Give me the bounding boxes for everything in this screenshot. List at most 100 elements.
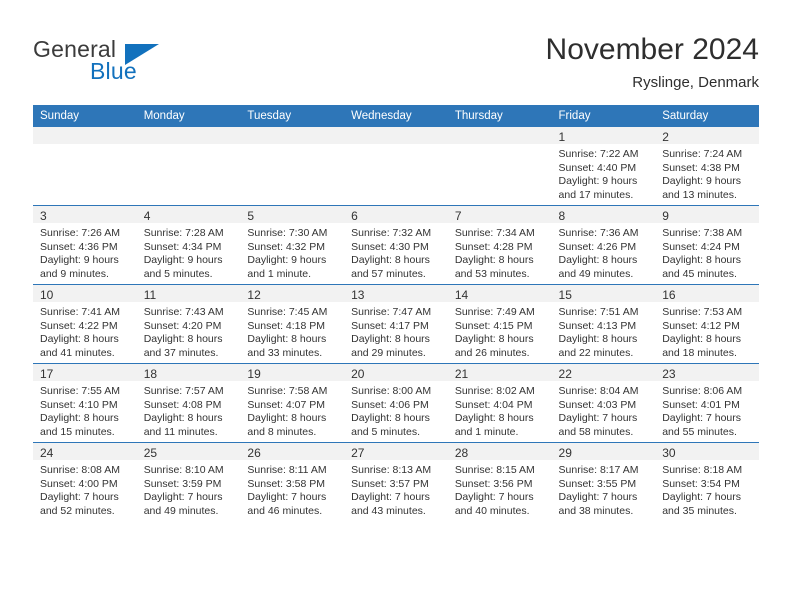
calendar-day-cell[interactable]: 16 Sunrise: 7:53 AM Sunset: 4:12 PM Dayligh… <box>655 284 759 364</box>
daylight-text-line-2: and 9 minutes. <box>40 267 109 280</box>
weekday-header-sunday: Sunday <box>33 105 137 127</box>
general-blue-logo[interactable]: General Blue <box>33 36 233 88</box>
day-number: 17 <box>40 367 54 381</box>
sunrise-text: Sunrise: 7:57 AM <box>143 385 224 397</box>
sunset-text: Sunset: 4:15 PM <box>454 319 533 332</box>
calendar-day-cell[interactable]: 28 Sunrise: 8:15 AM Sunset: 3:56 PM Dayligh… <box>447 442 552 521</box>
calendar-day-cell[interactable]: 8 Sunrise: 7:36 AM Sunset: 4:26 PM Daylight… <box>551 205 656 285</box>
calendar-day-cell[interactable]: 20 Sunrise: 8:00 AM Sunset: 4:06 PM Dayligh… <box>344 363 448 443</box>
daylight-text-line-1: Daylight: 8 hours <box>247 333 327 346</box>
calendar-week-row: 1 Sunrise: 7:22 AM Sunset: 4:40 PM Daylight… <box>33 127 759 206</box>
calendar-day-cell[interactable]: 30 Sunrise: 8:18 AM Sunset: 3:54 PM Dayligh… <box>655 442 759 521</box>
day-number: 26 <box>247 446 261 460</box>
day-number-bar: 1 <box>551 127 656 144</box>
weekday-header-row: Sunday Monday Tuesday Wednesday Thursday… <box>33 105 759 127</box>
calendar-day-cell[interactable]: 21 Sunrise: 8:02 AM Sunset: 4:04 PM Dayligh… <box>447 363 552 443</box>
sunrise-text: Sunrise: 8:11 AM <box>247 464 327 476</box>
day-cell-details: Sunrise: 7:45 AM Sunset: 4:18 PM Daylight:… <box>240 302 344 360</box>
day-number: 3 <box>40 209 47 223</box>
daylight-text-line-2: and 1 minute. <box>247 267 312 280</box>
day-cell-details: Sunrise: 7:26 AM Sunset: 4:36 PM Daylight:… <box>33 223 137 281</box>
sunset-text: Sunset: 3:57 PM <box>351 477 429 490</box>
daylight-text-line-2: and 38 minutes. <box>558 504 634 517</box>
calendar-day-cell[interactable]: 2 Sunrise: 7:24 AM Sunset: 4:38 PM Daylight… <box>655 127 759 206</box>
day-number-bar: 30 <box>655 443 759 460</box>
day-number: 19 <box>247 367 261 381</box>
day-cell-details: Sunrise: 8:00 AM Sunset: 4:06 PM Daylight:… <box>344 381 448 439</box>
day-cell-details: Sunrise: 7:51 AM Sunset: 4:13 PM Daylight:… <box>552 302 656 360</box>
sunrise-text: Sunrise: 7:26 AM <box>40 227 120 239</box>
calendar-day-cell[interactable]: 26 Sunrise: 8:11 AM Sunset: 3:58 PM Dayligh… <box>240 442 345 521</box>
sunrise-text: Sunrise: 7:34 AM <box>454 227 535 239</box>
daylight-text-line-1: Daylight: 8 hours <box>454 333 534 346</box>
calendar-day-cell[interactable]: 24 Sunrise: 8:08 AM Sunset: 4:00 PM Dayligh… <box>33 442 137 521</box>
calendar-day-cell[interactable]: 23 Sunrise: 8:06 AM Sunset: 4:01 PM Dayligh… <box>655 363 759 443</box>
calendar-week-row: 3 Sunrise: 7:26 AM Sunset: 4:36 PM Daylight… <box>33 205 759 285</box>
sunset-text: Sunset: 4:07 PM <box>247 398 326 411</box>
sunset-text: Sunset: 4:17 PM <box>351 319 429 332</box>
calendar-day-cell[interactable]: 7 Sunrise: 7:34 AM Sunset: 4:28 PM Daylight… <box>447 205 552 285</box>
daylight-text-line-1: Daylight: 8 hours <box>662 254 742 267</box>
sunrise-text: Sunrise: 7:22 AM <box>558 148 639 160</box>
day-cell-details: Sunrise: 8:02 AM Sunset: 4:04 PM Daylight:… <box>448 381 552 439</box>
sunrise-text: Sunrise: 7:38 AM <box>662 227 743 239</box>
daylight-text-line-1: Daylight: 7 hours <box>558 491 638 504</box>
calendar-day-cell[interactable]: 1 Sunrise: 7:22 AM Sunset: 4:40 PM Daylight… <box>551 127 656 206</box>
calendar-day-cell[interactable]: 12 Sunrise: 7:45 AM Sunset: 4:18 PM Dayligh… <box>240 284 345 364</box>
day-number-bar: 4 <box>136 206 241 223</box>
day-cell-details: Sunrise: 7:49 AM Sunset: 4:15 PM Daylight:… <box>448 302 552 360</box>
calendar-day-cell[interactable]: 15 Sunrise: 7:51 AM Sunset: 4:13 PM Dayligh… <box>551 284 656 364</box>
day-cell-details: Sunrise: 8:13 AM Sunset: 3:57 PM Daylight:… <box>344 460 448 518</box>
sunset-text: Sunset: 3:54 PM <box>662 477 740 490</box>
day-number-bar: 3 <box>33 206 137 223</box>
calendar-day-cell[interactable]: 6 Sunrise: 7:32 AM Sunset: 4:30 PM Daylight… <box>344 205 448 285</box>
calendar-day-cell[interactable]: 19 Sunrise: 7:58 AM Sunset: 4:07 PM Dayligh… <box>240 363 345 443</box>
calendar-day-cell[interactable]: 11 Sunrise: 7:43 AM Sunset: 4:20 PM Dayligh… <box>136 284 241 364</box>
day-number-bar: 7 <box>447 206 552 223</box>
calendar-day-cell[interactable]: 13 Sunrise: 7:47 AM Sunset: 4:17 PM Dayligh… <box>344 284 448 364</box>
calendar-day-cell[interactable]: 25 Sunrise: 8:10 AM Sunset: 3:59 PM Dayligh… <box>136 442 241 521</box>
daylight-text-line-2: and 33 minutes. <box>247 346 323 359</box>
calendar-day-cell[interactable]: 14 Sunrise: 7:49 AM Sunset: 4:15 PM Dayligh… <box>447 284 552 364</box>
calendar-day-cell[interactable]: 29 Sunrise: 8:17 AM Sunset: 3:55 PM Dayligh… <box>551 442 656 521</box>
day-number-bar: 13 <box>344 285 448 302</box>
calendar-day-cell[interactable]: 3 Sunrise: 7:26 AM Sunset: 4:36 PM Daylight… <box>33 205 137 285</box>
day-number-bar: 19 <box>240 364 345 381</box>
day-number-bar: 24 <box>33 443 137 460</box>
day-number: 11 <box>143 288 157 302</box>
daylight-text-line-2: and 49 minutes. <box>558 267 634 280</box>
sunrise-text: Sunrise: 8:15 AM <box>454 464 535 476</box>
daylight-text-line-2: and 49 minutes. <box>143 504 219 517</box>
day-number-bar: 21 <box>447 364 552 381</box>
calendar-day-cell[interactable]: 27 Sunrise: 8:13 AM Sunset: 3:57 PM Dayligh… <box>344 442 448 521</box>
calendar-day-cell[interactable]: 10 Sunrise: 7:41 AM Sunset: 4:22 PM Dayligh… <box>33 284 137 364</box>
calendar-day-cell[interactable]: 9 Sunrise: 7:38 AM Sunset: 4:24 PM Daylight… <box>655 205 759 285</box>
sunset-text: Sunset: 4:03 PM <box>558 398 637 411</box>
calendar-day-cell[interactable]: 18 Sunrise: 7:57 AM Sunset: 4:08 PM Dayligh… <box>136 363 241 443</box>
sunrise-text: Sunrise: 8:02 AM <box>454 385 535 397</box>
sunset-text: Sunset: 4:24 PM <box>662 240 740 253</box>
day-number: 7 <box>454 209 462 223</box>
calendar-day-cell[interactable]: 22 Sunrise: 8:04 AM Sunset: 4:03 PM Dayligh… <box>551 363 656 443</box>
sunset-text: Sunset: 4:28 PM <box>454 240 533 253</box>
daylight-text-line-1: Daylight: 9 hours <box>662 175 742 188</box>
daylight-text-line-2: and 5 minutes. <box>143 267 213 280</box>
calendar-cell-empty <box>136 127 241 206</box>
day-number-bar: 16 <box>655 285 759 302</box>
sunset-text: Sunset: 4:36 PM <box>40 240 118 253</box>
daylight-text-line-1: Daylight: 7 hours <box>454 491 534 504</box>
day-number-bar: 2 <box>655 127 759 144</box>
calendar-day-cell[interactable]: 5 Sunrise: 7:30 AM Sunset: 4:32 PM Daylight… <box>240 205 345 285</box>
calendar-cell-empty <box>447 127 552 206</box>
daylight-text-line-1: Daylight: 8 hours <box>247 412 327 425</box>
calendar-day-cell[interactable]: 17 Sunrise: 7:55 AM Sunset: 4:10 PM Dayligh… <box>33 363 137 443</box>
daylight-text-line-2: and 37 minutes. <box>143 346 219 359</box>
calendar-day-cell[interactable]: 4 Sunrise: 7:28 AM Sunset: 4:34 PM Daylight… <box>136 205 241 285</box>
day-cell-details: Sunrise: 7:57 AM Sunset: 4:08 PM Daylight:… <box>137 381 241 439</box>
sunset-text: Sunset: 4:40 PM <box>558 161 637 174</box>
daylight-text-line-2: and 1 minute. <box>454 425 519 438</box>
day-number: 27 <box>351 446 365 460</box>
day-number: 4 <box>143 209 151 223</box>
day-number-bar <box>136 127 241 144</box>
logo-text-blue: Blue <box>90 58 137 84</box>
